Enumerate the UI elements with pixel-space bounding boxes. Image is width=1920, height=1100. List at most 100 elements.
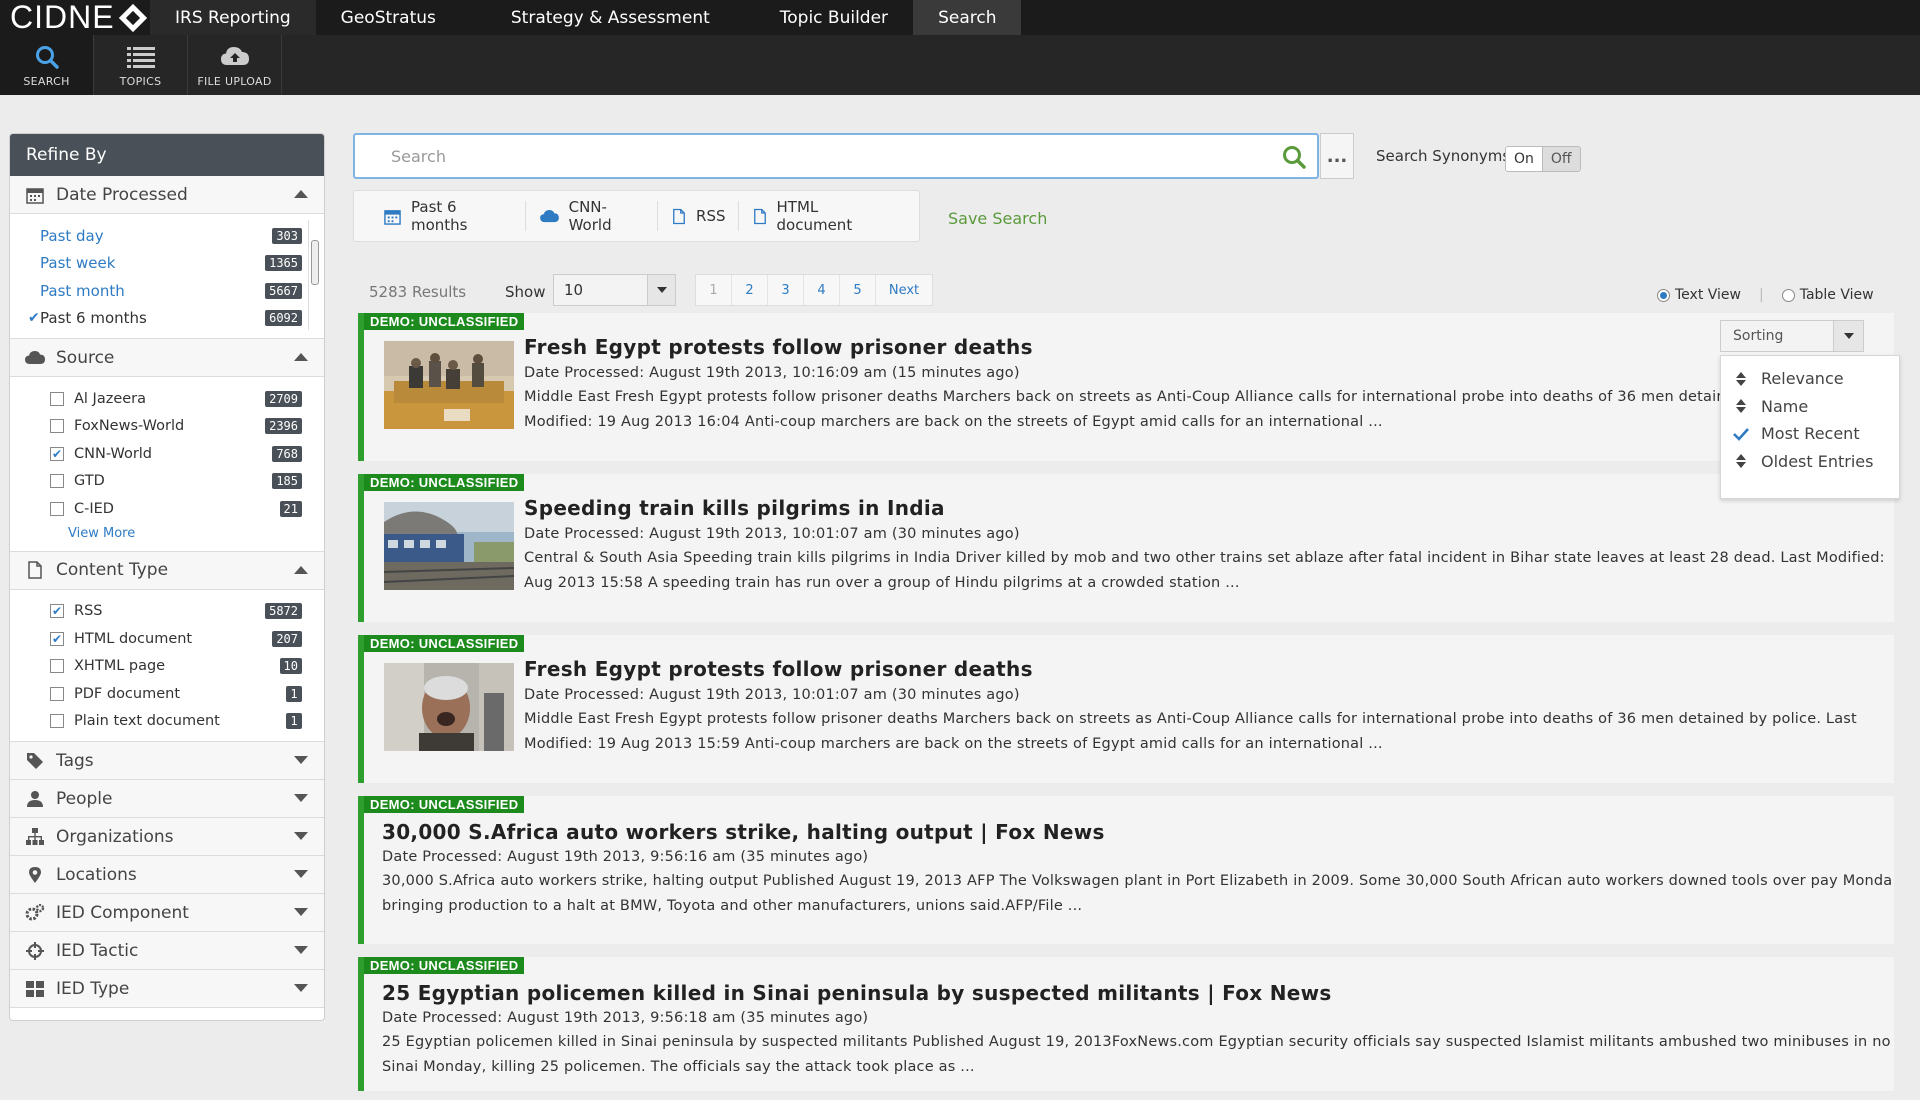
checkbox[interactable] — [50, 391, 64, 406]
result-title[interactable]: 25 Egyptian policemen killed in Sinai pe… — [382, 981, 1332, 1005]
nav-strategy-assessment[interactable]: Strategy & Assessment — [461, 0, 760, 35]
checkbox[interactable] — [50, 474, 64, 489]
facet-ied-type[interactable]: IED Type — [10, 970, 324, 1008]
nav-search[interactable]: Search — [913, 0, 1022, 35]
checkbox[interactable] — [50, 714, 64, 729]
sorting-select[interactable]: Sorting — [1720, 320, 1864, 352]
option-label: RSS — [74, 603, 103, 620]
page-size-select[interactable]: 10 — [553, 274, 676, 306]
result-item[interactable]: DEMO: UNCLASSIFIED Fresh Egypt protests … — [358, 635, 1894, 783]
facet-people[interactable]: People — [10, 780, 324, 818]
chevron-down-icon[interactable] — [1833, 321, 1863, 351]
table-view-radio[interactable] — [1781, 288, 1795, 302]
nav-irs-reporting[interactable]: IRS Reporting — [150, 0, 316, 35]
date-option-past-6-months[interactable]: ✔ Past 6 months 6092 — [10, 305, 324, 333]
search-tool-button[interactable]: SEARCH — [0, 35, 94, 95]
chevron-down-icon[interactable] — [294, 908, 308, 916]
sort-option-relevance[interactable]: Relevance — [1721, 365, 1899, 393]
facet-tags[interactable]: Tags — [10, 742, 324, 780]
source-option[interactable]: FoxNews-World 2396 — [10, 413, 324, 441]
content-type-option[interactable]: ✔ HTML document 207 — [10, 625, 324, 653]
next-page[interactable]: Next — [876, 275, 932, 305]
chevron-down-icon[interactable] — [294, 984, 308, 992]
chevron-up-icon[interactable] — [294, 190, 308, 198]
content-type-option[interactable]: PDF document 1 — [10, 680, 324, 708]
topics-tool-button[interactable]: TOPICS — [94, 35, 188, 95]
content-type-option[interactable]: XHTML page 10 — [10, 653, 324, 681]
text-view-radio[interactable] — [1657, 288, 1670, 302]
chevron-down-icon[interactable] — [294, 756, 308, 764]
checkbox-checked[interactable]: ✔ — [50, 604, 64, 619]
checkbox-checked[interactable]: ✔ — [50, 631, 64, 646]
result-item[interactable]: DEMO: UNCLASSIFIED Speeding train kills … — [358, 474, 1894, 622]
more-options-button[interactable]: ... — [1320, 133, 1354, 179]
date-option-past-day[interactable]: Past day 303 — [10, 222, 324, 250]
view-more-link[interactable]: View More — [10, 523, 324, 545]
content-type-option[interactable]: Plain text document 1 — [10, 708, 324, 736]
source-option[interactable]: C-IED 21 — [10, 495, 324, 523]
search-input[interactable]: Search — [353, 133, 1319, 179]
result-thumbnail[interactable] — [384, 502, 514, 590]
chevron-up-icon[interactable] — [294, 565, 308, 574]
result-item[interactable]: DEMO: UNCLASSIFIED 30,000 S.Africa auto … — [358, 796, 1894, 944]
facet-content-type[interactable]: Content Type — [10, 551, 324, 590]
facet-ied-component[interactable]: IED Component — [10, 894, 324, 932]
checkbox[interactable] — [50, 659, 64, 674]
filter-chip-html[interactable]: HTML document — [753, 198, 905, 234]
result-thumbnail[interactable] — [384, 341, 514, 429]
chevron-up-icon[interactable] — [294, 353, 308, 361]
result-item[interactable]: DEMO: UNCLASSIFIED Fresh Egypt protests … — [358, 313, 1894, 461]
synonyms-on[interactable]: On — [1506, 147, 1542, 171]
nav-topic-builder[interactable]: Topic Builder — [760, 0, 913, 35]
sort-option-name[interactable]: Name — [1721, 393, 1899, 421]
facet-locations[interactable]: Locations — [10, 856, 324, 894]
facet-date-processed[interactable]: Date Processed — [10, 176, 324, 214]
filter-chip-date[interactable]: Past 6 months — [384, 198, 526, 234]
search-icon[interactable] — [1281, 144, 1307, 174]
facet-ied-tactic[interactable]: IED Tactic — [10, 932, 324, 970]
facet-scrollbar[interactable] — [308, 220, 320, 330]
result-title[interactable]: 30,000 S.Africa auto workers strike, hal… — [382, 820, 1105, 844]
save-search-link[interactable]: Save Search — [948, 209, 1047, 228]
filter-chip-source[interactable]: CNN-World — [539, 198, 659, 234]
result-item[interactable]: DEMO: UNCLASSIFIED 25 Egyptian policemen… — [358, 957, 1894, 1091]
checkbox-checked[interactable]: ✔ — [50, 446, 64, 461]
page-4[interactable]: 4 — [804, 275, 840, 305]
facet-source[interactable]: Source — [10, 339, 324, 377]
content-type-option[interactable]: ✔ RSS 5872 — [10, 598, 324, 626]
synonyms-off[interactable]: Off — [1541, 147, 1580, 171]
sort-option-most-recent[interactable]: Most Recent — [1721, 420, 1899, 448]
checkbox[interactable] — [50, 501, 64, 516]
page-1[interactable]: 1 — [696, 275, 732, 305]
source-option[interactable]: Al Jazeera 2709 — [10, 385, 324, 413]
result-title[interactable]: Fresh Egypt protests follow prisoner dea… — [524, 657, 1033, 681]
result-thumbnail[interactable] — [384, 663, 514, 751]
date-option-past-month[interactable]: Past month 5667 — [10, 277, 324, 305]
sort-option-oldest[interactable]: Oldest Entries — [1721, 448, 1899, 476]
result-title[interactable]: Speeding train kills pilgrims in India — [524, 496, 945, 520]
page-2[interactable]: 2 — [732, 275, 768, 305]
app-logo[interactable]: CIDNE — [0, 0, 150, 35]
result-title[interactable]: Fresh Egypt protests follow prisoner dea… — [524, 335, 1033, 359]
source-option[interactable]: ✔ CNN-World 768 — [10, 440, 324, 468]
chevron-down-icon[interactable] — [294, 946, 308, 954]
table-view-label[interactable]: Table View — [1800, 287, 1874, 303]
scrollbar-thumb[interactable] — [311, 240, 319, 285]
filter-chip-rss[interactable]: RSS — [672, 201, 739, 231]
page-3[interactable]: 3 — [768, 275, 804, 305]
chevron-down-icon[interactable] — [294, 794, 308, 802]
text-view-label[interactable]: Text View — [1675, 287, 1741, 303]
date-option-past-week[interactable]: Past week 1365 — [10, 250, 324, 278]
page-5[interactable]: 5 — [840, 275, 876, 305]
chevron-down-icon[interactable] — [294, 832, 308, 840]
file-upload-tool-button[interactable]: FILE UPLOAD — [188, 35, 282, 95]
chevron-down-icon[interactable] — [294, 870, 308, 878]
facet-organizations[interactable]: Organizations — [10, 818, 324, 856]
checkbox[interactable] — [50, 686, 64, 701]
synonyms-toggle[interactable]: On Off — [1505, 146, 1581, 172]
checkbox[interactable] — [50, 419, 64, 434]
nav-geostratus[interactable]: GeoStratus — [316, 0, 461, 35]
source-option[interactable]: GTD 185 — [10, 468, 324, 496]
chevron-down-icon[interactable] — [647, 275, 675, 305]
pagination: 1 2 3 4 5 Next — [695, 274, 933, 306]
